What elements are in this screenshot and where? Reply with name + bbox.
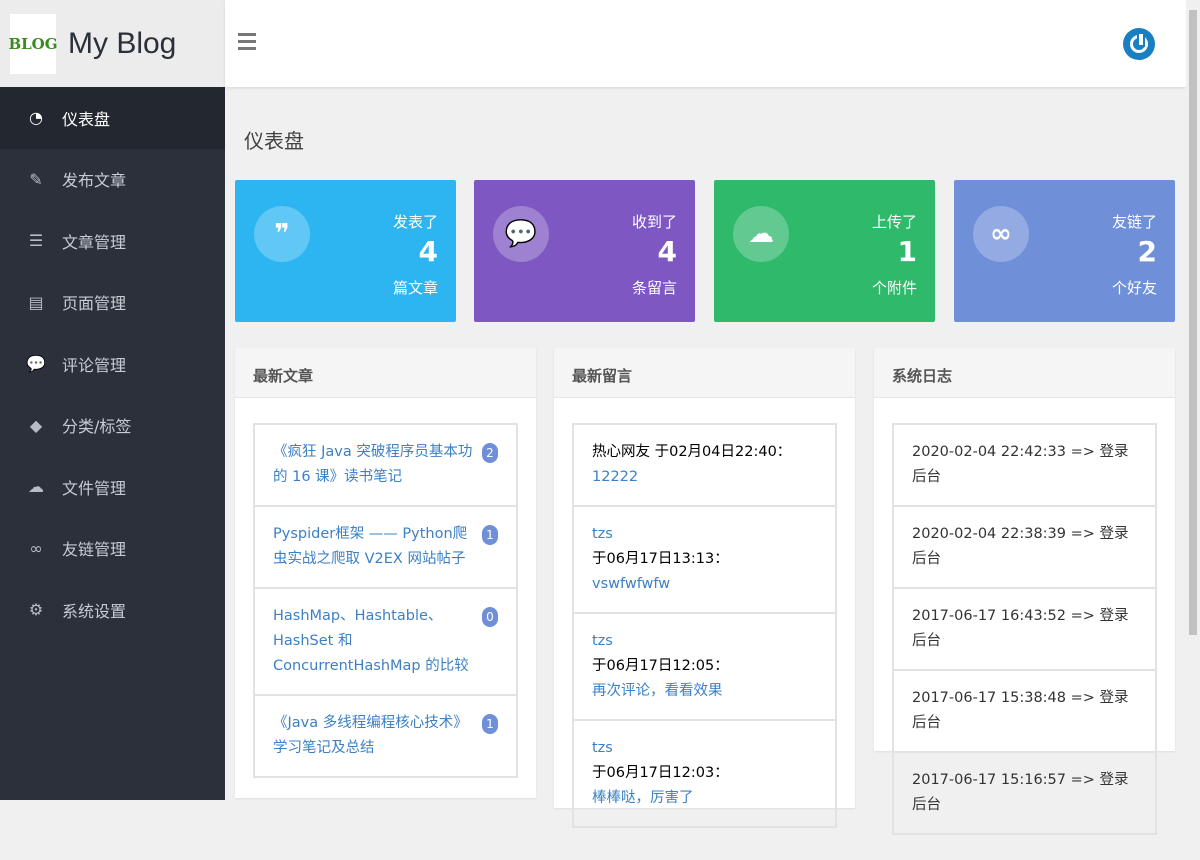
stat-label-top: 友链了 [1112,211,1157,232]
panel-title: 系统日志 [874,348,1175,398]
gear-icon: ⚙ [26,600,46,619]
comments-icon: 💬 [26,354,46,373]
comment-time: 于02月04日22:40： [650,444,791,460]
sidebar-item[interactable]: ∞ 友链管理 [0,518,225,580]
comment-content[interactable]: 12222 [592,469,638,485]
article-link[interactable]: Pyspider框架 —— Python爬虫实战之爬取 V2EX 网站帖子 [273,526,467,567]
stat-box[interactable]: ☁ 上传了 1 个附件 [714,180,935,322]
stat-label-top: 发表了 [393,211,438,232]
sidebar: BLOG My Blog ◔ 仪表盘 ✎ 发布文章 ☰ 文章管理 ▤ 页面管理 💬 评论管理 ◆ 分类… [0,0,225,800]
comment-author[interactable]: tzs [592,740,613,756]
log-item: 2017-06-17 16:43:52 => 登录后台 [892,587,1157,669]
comment-count-badge: 2 [482,443,498,463]
stat-value: 4 [419,235,438,268]
page-title: 仪表盘 [244,125,304,154]
panel-title: 最新留言 [554,348,855,398]
sidebar-item[interactable]: ☰ 文章管理 [0,210,225,272]
list-icon: ☰ [26,231,46,250]
log-item: 2017-06-17 15:38:48 => 登录后台 [892,669,1157,751]
stat-icon: 💬 [493,206,549,262]
blog-logo: BLOG [10,14,56,74]
sidebar-item[interactable]: ☁ 文件管理 [0,456,225,518]
stat-value: 1 [898,235,917,268]
comment-author[interactable]: tzs [592,633,613,649]
article-link[interactable]: 《Java 多线程编程核心技术》学习笔记及总结 [273,715,468,756]
dashboard-icon: ◔ [26,108,46,127]
stat-label-top: 上传了 [872,211,917,232]
comment-item: 热心网友 于02月04日22:40： 12222 [572,423,837,505]
comment-item: tzs 于06月17日12:05： 再次评论，看看效果 [572,612,837,719]
sidebar-item[interactable]: ◔ 仪表盘 [0,87,225,149]
comment-item: tzs 于06月17日13:13： vswfwfwfw [572,505,837,612]
stat-value: 4 [658,235,677,268]
comment-content[interactable]: vswfwfwfw [592,576,670,592]
sidebar-item-label: 仪表盘 [62,106,110,130]
article-item: HashMap、Hashtable、HashSet 和 ConcurrentHa… [253,587,518,694]
comment-time: 于06月17日12:03： [592,765,729,781]
stat-icon: ❞ [254,206,310,262]
scrollbar-thumb[interactable] [1189,10,1197,635]
comment-time: 于06月17日13:13： [592,551,729,567]
comment-count-badge: 0 [482,607,498,627]
sidebar-item-label: 文件管理 [62,475,126,499]
stat-box[interactable]: ∞ 友链了 2 个好友 [954,180,1175,322]
comment-content[interactable]: 再次评论，看看效果 [592,683,723,699]
sidebar-item[interactable]: 💬 评论管理 [0,333,225,395]
sidebar-item-label: 友链管理 [62,536,126,560]
logout-power-icon[interactable] [1123,28,1155,60]
comment-author: 热心网友 [592,444,650,460]
sidebar-item-label: 评论管理 [62,352,126,376]
menu-toggle-icon[interactable] [238,33,256,54]
comment-count-badge: 1 [482,525,498,545]
file-icon: ▤ [26,293,46,312]
comment-count-badge: 1 [482,714,498,734]
brand[interactable]: BLOG My Blog [0,0,225,87]
log-item: 2017-06-17 15:16:57 => 登录后台 [892,751,1157,835]
comment-time: 于06月17日12:05： [592,658,729,674]
comment-item: tzs 于06月17日12:03： 棒棒哒，厉害了 [572,719,837,828]
comment-author[interactable]: tzs [592,526,613,542]
sidebar-item-label: 分类/标签 [62,413,131,437]
link-icon: ∞ [26,539,46,558]
latest-articles-panel: 最新文章 《疯狂 Java 突破程序员基本功的 16 课》读书笔记 2 Pyspid… [235,348,536,798]
sidebar-item[interactable]: ◆ 分类/标签 [0,395,225,457]
tags-icon: ◆ [26,416,46,435]
log-item: 2020-02-04 22:42:33 => 登录后台 [892,423,1157,505]
sidebar-item-label: 页面管理 [62,290,126,314]
comment-content[interactable]: 棒棒哒，厉害了 [592,790,694,806]
article-item: 《Java 多线程编程核心技术》学习笔记及总结 1 [253,694,518,778]
system-log-panel: 系统日志 2020-02-04 22:42:33 => 登录后台2020-02-… [874,348,1175,751]
scrollbar[interactable] [1186,0,1200,800]
log-item: 2020-02-04 22:38:39 => 登录后台 [892,505,1157,587]
article-link[interactable]: HashMap、Hashtable、HashSet 和 ConcurrentHa… [273,608,469,674]
article-item: 《疯狂 Java 突破程序员基本功的 16 课》读书笔记 2 [253,423,518,505]
edit-icon: ✎ [26,170,46,189]
sidebar-item-label: 文章管理 [62,229,126,253]
stat-icon: ☁ [733,206,789,262]
panel-title: 最新文章 [235,348,536,398]
sidebar-item-label: 系统设置 [62,598,126,622]
stat-box[interactable]: 💬 收到了 4 条留言 [474,180,695,322]
cloud-upload-icon: ☁ [26,477,46,496]
stat-label-bottom: 个好友 [1112,277,1157,298]
sidebar-item[interactable]: ▤ 页面管理 [0,272,225,334]
stat-label-bottom: 条留言 [632,277,677,298]
sidebar-item[interactable]: ⚙ 系统设置 [0,579,225,641]
stat-label-top: 收到了 [632,211,677,232]
stat-label-bottom: 个附件 [872,277,917,298]
stat-value: 2 [1138,235,1157,268]
brand-name: My Blog [68,27,176,61]
sidebar-item[interactable]: ✎ 发布文章 [0,149,225,211]
article-item: Pyspider框架 —— Python爬虫实战之爬取 V2EX 网站帖子 1 [253,505,518,587]
stat-box[interactable]: ❞ 发表了 4 篇文章 [235,180,456,322]
stat-label-bottom: 篇文章 [393,277,438,298]
article-link[interactable]: 《疯狂 Java 突破程序员基本功的 16 课》读书笔记 [273,444,472,485]
stat-icon: ∞ [973,206,1029,262]
latest-comments-panel: 最新留言 热心网友 于02月04日22:40： 12222 tzs 于06月17日13… [554,348,855,808]
top-bar [225,0,1186,87]
sidebar-item-label: 发布文章 [62,167,126,191]
